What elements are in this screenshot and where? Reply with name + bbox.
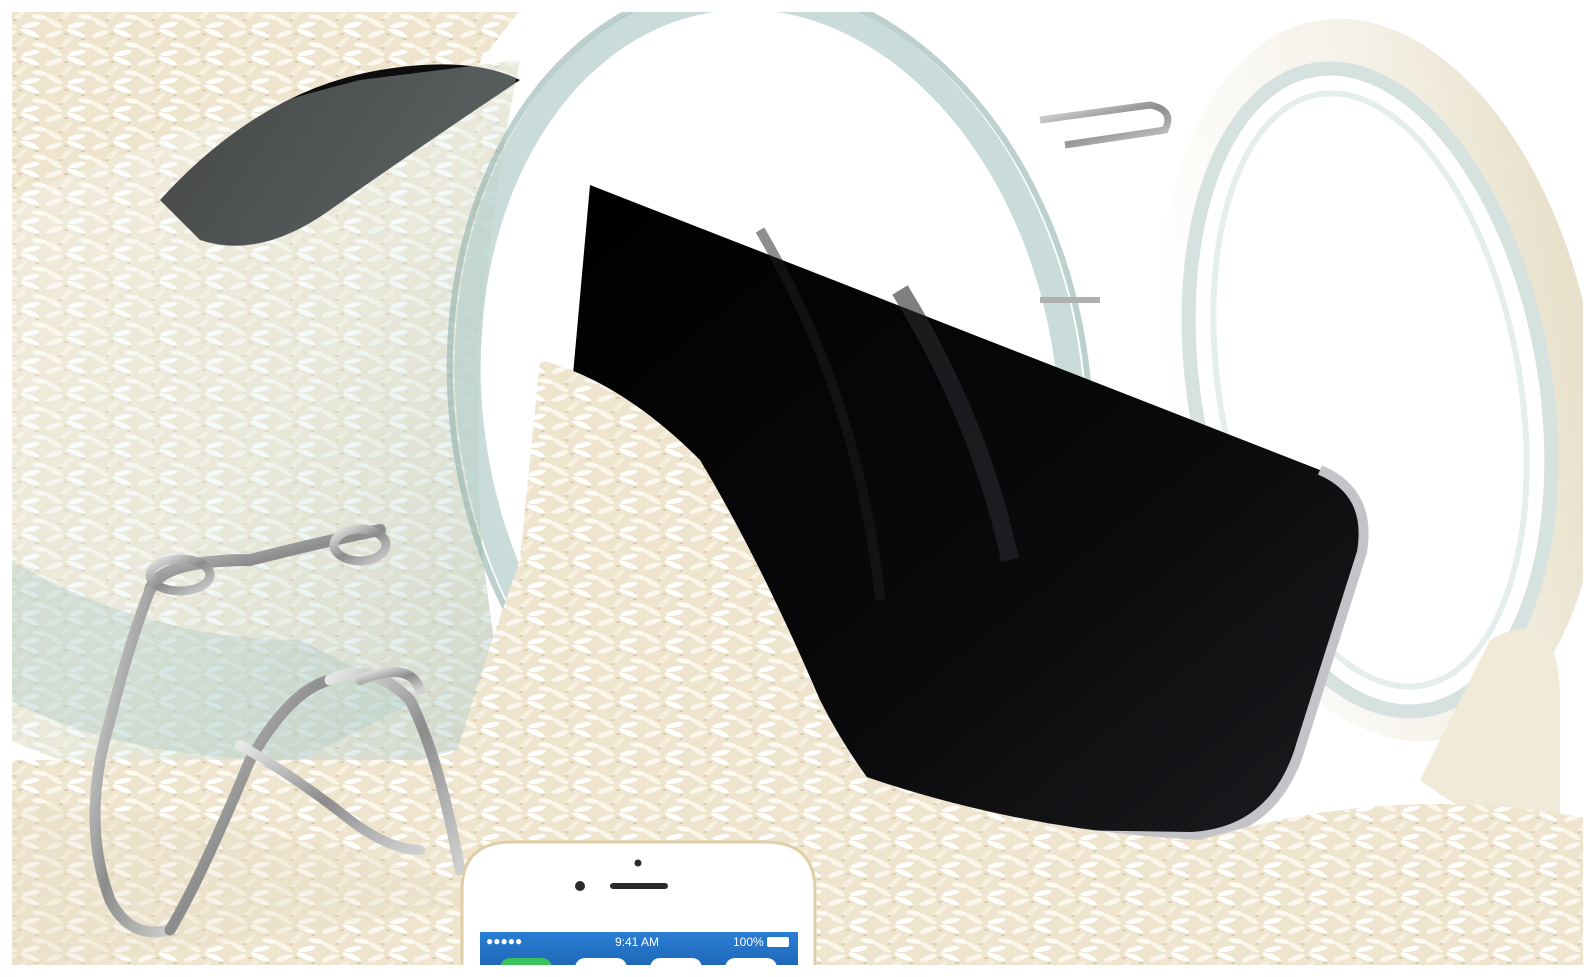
- battery-icon: [767, 937, 789, 947]
- earpiece-speaker: [610, 883, 668, 889]
- status-battery: 100%: [733, 935, 764, 949]
- iphone-front-inset: ●●●●● 9:41 AM 100%: [460, 840, 817, 977]
- signal-dots: ●●●●●: [486, 934, 522, 948]
- front-sensor-dot: [634, 859, 642, 867]
- photo-frame: ●●●●● 9:41 AM 100%: [0, 0, 1595, 977]
- status-time: 9:41 AM: [615, 935, 659, 949]
- front-camera: [575, 881, 585, 891]
- rice-jar-phone-photo: ●●●●● 9:41 AM 100%: [0, 0, 1595, 977]
- glass-jar: [10, 60, 520, 800]
